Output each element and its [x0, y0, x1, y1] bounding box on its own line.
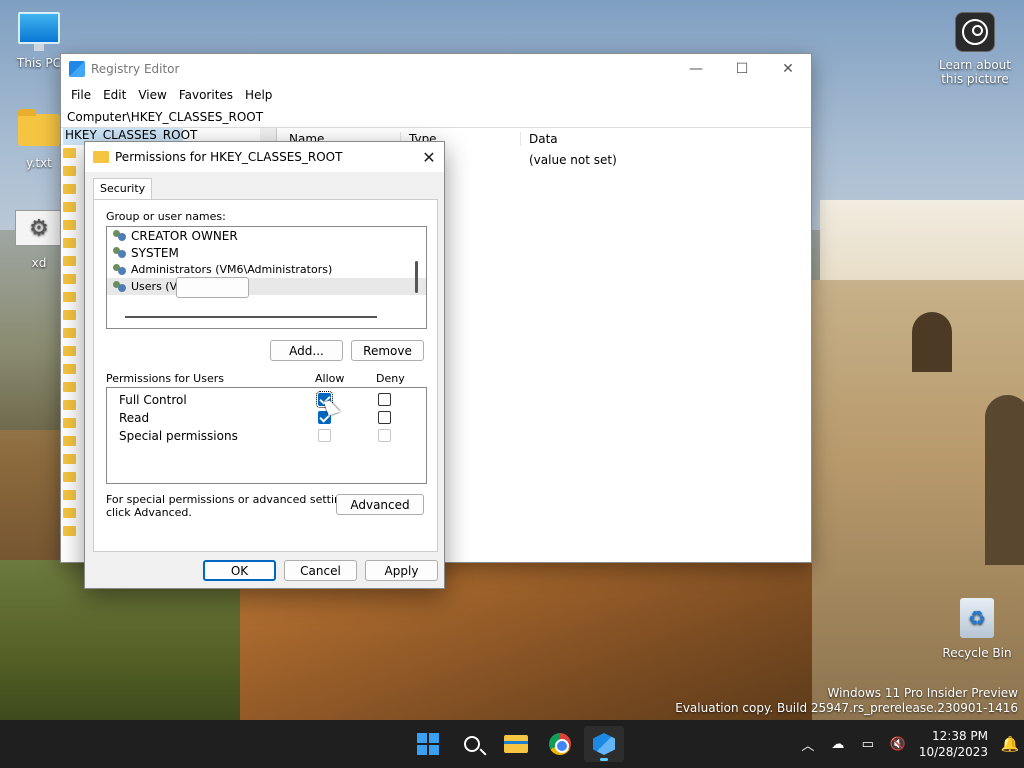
apply-button[interactable]: Apply	[365, 560, 438, 581]
registry-editor-icon	[69, 61, 85, 77]
learn-about-picture[interactable]: Learn about this picture	[938, 12, 1012, 86]
tree-folder-icons	[63, 148, 77, 544]
registry-editor-icon	[593, 733, 615, 755]
menu-file[interactable]: File	[65, 88, 97, 102]
user-group-icon	[113, 229, 127, 242]
permissions-list: Full Control Read Special permissions	[106, 387, 427, 484]
user-group-icon	[113, 246, 127, 259]
deny-column-label: Deny	[376, 372, 405, 385]
registry-editor-titlebar[interactable]: Registry Editor — ☐ ✕	[61, 54, 811, 84]
volume-muted-icon[interactable]: 🔇	[883, 720, 913, 768]
learn-line-2: this picture	[941, 72, 1009, 86]
read-deny-checkbox[interactable]	[378, 411, 391, 424]
full-control-deny-checkbox[interactable]	[378, 393, 391, 406]
menu-help[interactable]: Help	[239, 88, 278, 102]
permission-name: Special permissions	[119, 429, 238, 443]
dialog-titlebar[interactable]: Permissions for HKEY_CLASSES_ROOT ✕	[85, 142, 444, 172]
folder-icon	[18, 109, 60, 146]
tab-security[interactable]: Security	[93, 178, 153, 200]
dialog-close-button[interactable]: ✕	[414, 148, 444, 167]
list-item-selected[interactable]: Users (VM6\Users)	[107, 278, 426, 295]
user-list[interactable]: CREATOR OWNER SYSTEM Administrators (VM6…	[106, 226, 427, 329]
show-hidden-icons-chevron-up-icon[interactable]: ︿	[793, 720, 823, 768]
desktop-icon-label: Recycle Bin	[942, 646, 1012, 660]
user-group-icon	[113, 263, 127, 276]
cancel-button[interactable]: Cancel	[284, 560, 357, 581]
allow-column-label: Allow	[315, 372, 345, 385]
minimize-button[interactable]: —	[673, 54, 719, 84]
permission-row-full-control: Full Control	[119, 392, 187, 408]
user-group-icon	[113, 280, 127, 293]
column-data[interactable]: Data	[521, 132, 721, 146]
windows-logo-icon	[417, 733, 439, 755]
dialog-title: Permissions for HKEY_CLASSES_ROOT	[115, 150, 343, 164]
camera-info-icon	[955, 12, 995, 52]
menu-edit[interactable]: Edit	[97, 88, 132, 102]
advanced-hint: For special permissions or advanced sett…	[106, 493, 357, 519]
taskbar: ︿ ☁ ▭ 🔇 12:38 PM 10/28/2023 🔔	[0, 720, 1024, 768]
registry-editor-taskbar-button[interactable]	[584, 726, 624, 762]
watermark-line-2: Evaluation copy. Build 25947.rs_prerelea…	[675, 701, 1018, 715]
user-list-vertical-scrollbar[interactable]	[415, 261, 418, 293]
start-button[interactable]	[408, 726, 448, 762]
recycle-bin-icon: ♻	[960, 598, 994, 638]
clock-date: 10/28/2023	[918, 745, 988, 759]
window-title: Registry Editor	[91, 62, 180, 76]
menu-favorites[interactable]: Favorites	[173, 88, 239, 102]
menu-view[interactable]: View	[132, 88, 172, 102]
permission-row-special: Special permissions	[119, 428, 238, 444]
settings-shortcut-icon: ⚙	[15, 210, 63, 246]
remove-button[interactable]: Remove	[351, 340, 424, 361]
close-button[interactable]: ✕	[765, 54, 811, 84]
list-item[interactable]: SYSTEM	[107, 244, 426, 261]
value-data: (value not set)	[529, 153, 617, 167]
group-names-label: Group or user names:	[106, 210, 226, 223]
desktop-icon-recycle-bin[interactable]: ♻ Recycle Bin	[940, 598, 1014, 660]
list-item[interactable]: CREATOR OWNER	[107, 227, 426, 244]
permissions-for-label: Permissions for Users	[106, 372, 224, 385]
system-tray: ︿ ☁ ▭ 🔇 12:38 PM 10/28/2023 🔔	[793, 720, 1024, 768]
permission-name: Read	[119, 411, 150, 425]
computer-icon	[18, 12, 60, 51]
network-icon[interactable]: ▭	[853, 720, 883, 768]
user-name: Administrators (VM6\Administrators)	[131, 263, 333, 276]
special-allow-checkbox	[318, 429, 331, 442]
search-icon	[464, 736, 480, 752]
ok-button[interactable]: OK	[203, 560, 276, 581]
search-button[interactable]	[452, 726, 492, 762]
wallpaper-arch	[912, 312, 952, 372]
add-button[interactable]: Add...	[270, 340, 343, 361]
permission-row-read: Read	[119, 410, 149, 426]
folder-icon	[93, 151, 109, 163]
clock-time: 12:38 PM	[932, 729, 988, 743]
advanced-button[interactable]: Advanced	[336, 494, 424, 515]
advanced-hint-line-1: For special permissions or advanced sett…	[106, 493, 358, 506]
list-item[interactable]: Administrators (VM6\Administrators)	[107, 261, 426, 278]
clock[interactable]: 12:38 PM 10/28/2023	[913, 728, 996, 760]
taskbar-apps	[408, 726, 628, 762]
windows-watermark: Windows 11 Pro Insider Preview Evaluatio…	[675, 686, 1018, 716]
user-list-horizontal-scrollbar[interactable]	[125, 316, 377, 318]
address-bar[interactable]: Computer\HKEY_CLASSES_ROOT	[61, 106, 811, 128]
wallpaper-buildings	[820, 200, 1024, 290]
chrome-button[interactable]	[540, 726, 580, 762]
wallpaper-arch-large	[985, 395, 1024, 565]
file-explorer-icon	[504, 735, 528, 753]
onedrive-offline-icon[interactable]: ☁	[823, 720, 853, 768]
chrome-icon	[549, 733, 571, 755]
security-tab-panel: Group or user names: CREATOR OWNER SYSTE…	[93, 199, 438, 552]
file-explorer-button[interactable]	[496, 726, 536, 762]
permission-name: Full Control	[119, 393, 187, 407]
learn-line-1: Learn about	[939, 58, 1011, 72]
menu-bar: File Edit View Favorites Help	[61, 84, 811, 106]
watermark-line-1: Windows 11 Pro Insider Preview	[827, 686, 1018, 700]
notification-bell-icon[interactable]: 🔔	[996, 735, 1024, 753]
permissions-dialog: Permissions for HKEY_CLASSES_ROOT ✕ Secu…	[84, 141, 445, 589]
advanced-hint-line-2: click Advanced.	[106, 506, 192, 519]
maximize-button[interactable]: ☐	[719, 54, 765, 84]
user-name: CREATOR OWNER	[131, 228, 238, 243]
user-name: SYSTEM	[131, 245, 179, 260]
special-deny-checkbox	[378, 429, 391, 442]
